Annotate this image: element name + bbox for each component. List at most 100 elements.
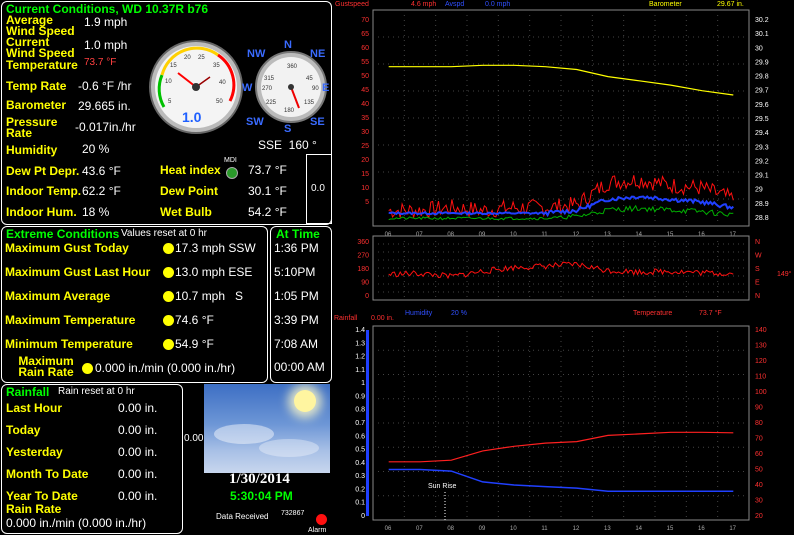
indoor-temp-label: Indoor Temp. bbox=[6, 184, 82, 198]
x-tick-label: 13 bbox=[604, 526, 611, 532]
svg-text:90: 90 bbox=[312, 86, 319, 92]
cloud-icon bbox=[259, 439, 319, 457]
y-tick-label: 20 bbox=[361, 157, 369, 164]
extreme-conditions-panel: Extreme Conditions Values reset at 0 hr … bbox=[1, 226, 268, 383]
y-tick-label: 70 bbox=[755, 436, 763, 443]
heat-index-label: Heat index bbox=[160, 163, 221, 177]
x-tick-label: 11 bbox=[541, 232, 548, 238]
x-tick-label: 16 bbox=[698, 526, 705, 532]
y-tick-label: 15 bbox=[361, 171, 369, 178]
at-time-value: 3:39 PM bbox=[274, 313, 319, 327]
y-tick-label: 65 bbox=[361, 31, 369, 38]
svg-text:315: 315 bbox=[264, 76, 275, 82]
extreme-row-value: 10.7 mph S bbox=[175, 289, 244, 303]
x-tick-label: 14 bbox=[635, 232, 642, 238]
dew-point-value: 30.1 °F bbox=[248, 184, 287, 198]
rainfall-title: Rainfall bbox=[6, 385, 50, 399]
at-time-panel: At Time 1:36 PM 5:10PM 1:05 PM 3:39 PM 7:08 … bbox=[270, 226, 332, 383]
current-conditions-panel: Current Conditions, WD 10.37R b76 Averag… bbox=[1, 1, 332, 225]
baro-value: 29.665 in. bbox=[78, 99, 131, 113]
sun-icon bbox=[294, 390, 316, 412]
extreme-row-label: Maximum Average bbox=[5, 289, 111, 303]
y-tick-label: 29.1 bbox=[755, 173, 769, 180]
wet-bulb-value: 54.2 °F bbox=[248, 205, 287, 219]
extreme-row-dot bbox=[163, 339, 174, 350]
cur-wind-value: 1.0 mph bbox=[84, 38, 128, 52]
svg-text:15: 15 bbox=[170, 63, 177, 69]
extreme-row-value: 54.9 °F bbox=[175, 337, 214, 351]
svg-text:135: 135 bbox=[304, 100, 315, 106]
top-gust-label: Gustspeed bbox=[335, 1, 369, 8]
wind-direction-text: SSE 160 ° bbox=[258, 138, 317, 152]
y-tick-label: 0.4 bbox=[355, 460, 365, 467]
y-tick-label: 0.6 bbox=[355, 433, 365, 440]
max-rain-rate-dot bbox=[82, 363, 93, 374]
svg-text:25: 25 bbox=[198, 55, 205, 61]
y-tick-label: 29 bbox=[755, 187, 763, 194]
mdi-indicator-icon[interactable] bbox=[226, 167, 238, 179]
x-tick-label: 10 bbox=[510, 232, 517, 238]
indoor-temp-value: 62.2 °F bbox=[82, 184, 121, 198]
extreme-row-dot bbox=[163, 243, 174, 254]
press-rate-value: -0.017in./hr bbox=[75, 120, 136, 134]
y-tick-label: 1.1 bbox=[355, 367, 365, 374]
compass-nw: NW bbox=[247, 48, 266, 60]
compass-w: W bbox=[242, 82, 253, 94]
y-tick-label: 0 bbox=[361, 513, 365, 520]
x-tick-label: 17 bbox=[729, 232, 736, 238]
y-tick-label: 70 bbox=[361, 17, 369, 24]
dewdepr-value: 43.6 °F bbox=[82, 164, 121, 178]
top-avg-label: Avspd bbox=[445, 1, 464, 8]
cloud-icon bbox=[214, 424, 274, 444]
side-box: 0.0 bbox=[306, 154, 332, 224]
rainfall-subtitle: Rain reset at 0 hr bbox=[58, 386, 135, 397]
temp-label: Temperature bbox=[6, 58, 78, 72]
at-time-value: 1:36 PM bbox=[274, 241, 319, 255]
rainfall-row-value: 0.00 in. bbox=[118, 467, 158, 481]
y-tick-label: 29.5 bbox=[755, 116, 769, 123]
wet-bulb-label: Wet Bulb bbox=[160, 205, 212, 219]
x-tick-label: 06 bbox=[385, 232, 392, 238]
data-received-value: 732867 bbox=[281, 510, 305, 517]
y-tick-label: 0.9 bbox=[355, 393, 365, 400]
y-tick-label: 30 bbox=[755, 45, 763, 52]
y-tick-label: 180 bbox=[357, 266, 369, 273]
bot-rain-value: 0.00 in. bbox=[371, 315, 394, 322]
dew-point-label: Dew Point bbox=[160, 184, 219, 198]
compass-s: S bbox=[284, 123, 292, 135]
svg-text:180: 180 bbox=[284, 108, 295, 114]
y-tick-label: 140 bbox=[755, 327, 767, 334]
y-tick-label: 0.2 bbox=[355, 486, 365, 493]
compass-n: N bbox=[284, 39, 292, 51]
heat-index-value: 73.7 °F bbox=[248, 163, 287, 177]
y-tick-label: 110 bbox=[755, 374, 766, 381]
data-received-label: Data Received bbox=[216, 512, 269, 521]
avg-wind-label: Average Wind Speed bbox=[6, 13, 75, 38]
mid-humidity-label: Humidity bbox=[405, 310, 433, 317]
rainfall-side-value: 0.00 bbox=[184, 433, 204, 444]
svg-text:20: 20 bbox=[184, 55, 191, 61]
y-tick-label: 50 bbox=[361, 73, 369, 80]
y-tick-label: 0.5 bbox=[355, 447, 365, 454]
alarm-icon[interactable] bbox=[316, 514, 327, 525]
y-tick-label: E bbox=[755, 280, 760, 287]
rain-scale-bar bbox=[366, 330, 369, 516]
y-tick-label: 0.8 bbox=[355, 407, 365, 414]
rainfall-row-value: 0.00 in. bbox=[118, 401, 158, 415]
y-tick-label: 80 bbox=[755, 420, 763, 427]
wind-gauge-value: 1.0 bbox=[182, 109, 202, 125]
extreme-row-value: 17.3 mph SSW bbox=[175, 241, 256, 255]
y-tick-label: 55 bbox=[361, 59, 369, 66]
mid-humidity-value: 20 % bbox=[451, 310, 467, 317]
mid-temp-value: 73.7 °F bbox=[699, 309, 722, 317]
top-gust-value: 4.6 mph bbox=[411, 1, 436, 8]
svg-text:10: 10 bbox=[165, 79, 172, 85]
y-tick-label: 0.3 bbox=[355, 473, 365, 480]
dewdepr-label: Dew Pt Depr. bbox=[6, 164, 80, 178]
y-tick-label: 29.9 bbox=[755, 59, 769, 66]
compass-se: SE bbox=[310, 116, 325, 128]
svg-text:270: 270 bbox=[262, 86, 273, 92]
rain-rate-time: 00:00 AM bbox=[274, 360, 325, 374]
y-tick-label: 28.8 bbox=[755, 215, 769, 222]
x-tick-label: 08 bbox=[447, 526, 454, 532]
